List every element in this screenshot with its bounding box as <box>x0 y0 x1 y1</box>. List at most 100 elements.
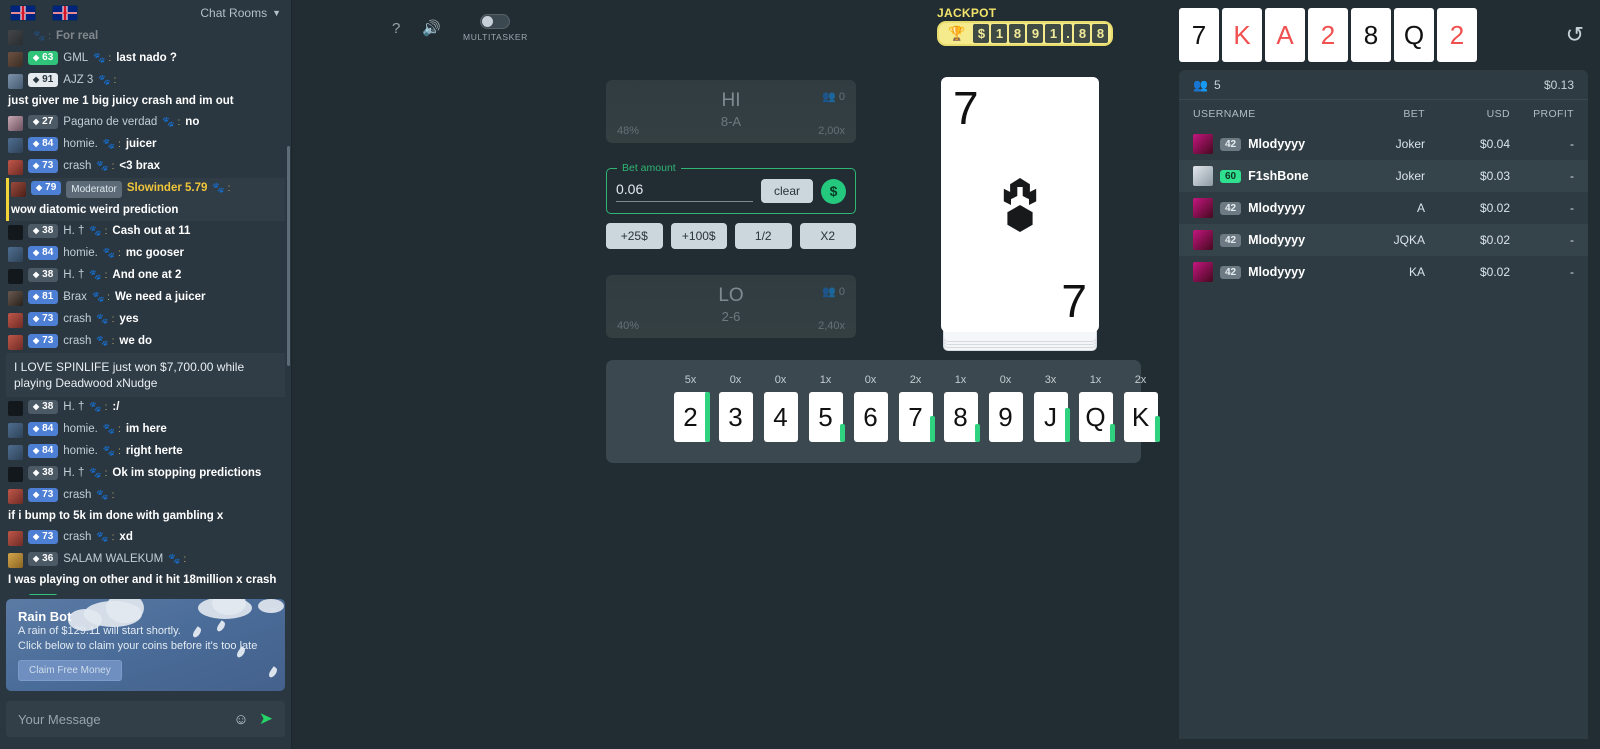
toggle-switch[interactable] <box>480 14 511 29</box>
jackpot-digit: 1 <box>1045 24 1062 43</box>
paw-icon: 🐾 : <box>89 468 108 479</box>
multitasker-label: MULTITASKER <box>463 32 528 42</box>
chat-username[interactable]: crash <box>63 312 91 327</box>
rain-bot-banner[interactable]: × Rain Bot A rain of $129.11 will start … <box>6 599 285 691</box>
strip-card-column[interactable]: 1x 5 <box>803 374 848 442</box>
chat-username[interactable]: crash <box>63 488 91 503</box>
chat-username[interactable]: Slowinder 5.79 <box>127 181 208 196</box>
chat-username[interactable]: homie. <box>63 444 98 459</box>
chat-username[interactable]: GML <box>63 51 88 66</box>
strip-card: 3 <box>718 392 753 442</box>
table-row[interactable]: 60 F1shBone Joker $0.03- <box>1179 160 1588 192</box>
uk-flag-icon[interactable] <box>52 5 78 21</box>
smiley-icon[interactable]: ☺ <box>233 711 248 728</box>
history-card: 7 <box>1179 8 1219 62</box>
chat-username[interactable]: SALAM WALEKUM <box>63 552 163 567</box>
chat-username[interactable]: crash <box>63 334 91 349</box>
quick-bet-x2[interactable]: X2 <box>799 223 856 249</box>
strip-card: Q <box>1078 392 1113 442</box>
send-icon[interactable]: ➤ <box>259 709 273 729</box>
avatar[interactable] <box>8 291 23 306</box>
strip-card-column[interactable]: 0x 4 <box>758 374 803 442</box>
avatar[interactable] <box>8 445 23 460</box>
avatar[interactable] <box>8 225 23 240</box>
strip-card-column[interactable]: 2x 7 <box>893 374 938 442</box>
gem-icon: ◆ <box>33 336 40 345</box>
user-rank-badge: ◆ 73 <box>28 312 59 326</box>
chat-message-text: if i bump to 5k im done with gambling x <box>8 510 224 522</box>
quick-bet-12[interactable]: 1/2 <box>735 223 792 249</box>
avatar[interactable] <box>8 531 23 546</box>
quick-bet-100[interactable]: +100$ <box>670 223 727 249</box>
chat-username[interactable]: Pagano de verdad <box>63 115 157 130</box>
chat-username[interactable]: H. † <box>63 268 84 283</box>
strip-card-column[interactable]: 1x Q <box>1073 374 1118 442</box>
avatar[interactable] <box>8 553 23 568</box>
uk-flag-icon[interactable] <box>10 5 36 21</box>
avatar[interactable] <box>8 138 23 153</box>
avatar[interactable] <box>8 247 23 262</box>
strip-card-column[interactable]: 5x 2 <box>668 374 713 442</box>
chat-username[interactable]: crash <box>63 530 91 545</box>
strip-card-column[interactable]: 0x 6 <box>848 374 893 442</box>
bet-lo[interactable]: LO 2-6 40% 2,40x 👥 0 <box>606 275 856 338</box>
chat-username[interactable]: Ƀrax <box>63 290 87 305</box>
chat-username[interactable]: H. † <box>63 400 84 415</box>
chat-rooms-dropdown[interactable]: Chat Rooms ▼ <box>200 6 281 20</box>
row-username: Mlodyyyy <box>1248 137 1306 151</box>
avatar[interactable] <box>8 30 23 45</box>
avatar[interactable] <box>8 401 23 416</box>
claim-free-money-button[interactable]: Claim Free Money <box>18 660 122 681</box>
help-icon[interactable]: ? <box>392 20 400 37</box>
table-row[interactable]: 42 Mlodyyyy A $0.02 - <box>1179 192 1588 224</box>
speaker-icon[interactable]: 🔊 <box>422 19 441 37</box>
chat-message-text: no <box>185 116 200 128</box>
bet-hi[interactable]: HI 8-A 48% 2,00x 👥 0 <box>606 80 856 143</box>
avatar[interactable] <box>8 269 23 284</box>
chat-username[interactable]: homie. <box>63 137 98 152</box>
table-row[interactable]: 42 Mlodyyyy JQKA $0.02- <box>1179 224 1588 256</box>
strip-card-column[interactable]: 3x J <box>1028 374 1073 442</box>
avatar[interactable] <box>8 313 23 328</box>
chat-username[interactable]: H. † <box>63 466 84 481</box>
chat-message: ◆ 73 crash 🐾 : yes <box>6 309 285 331</box>
strip-card-column[interactable]: 0x 3 <box>713 374 758 442</box>
multitasker-toggle[interactable]: MULTITASKER <box>463 14 528 42</box>
avatar[interactable] <box>8 489 23 504</box>
strip-card-column[interactable]: 2x K <box>1118 374 1163 442</box>
avatar[interactable] <box>8 160 23 175</box>
paw-icon: 🐾 : <box>91 292 110 303</box>
chat-username[interactable]: homie. <box>63 422 98 437</box>
avatar[interactable] <box>8 52 23 67</box>
current-card: 7 7 <box>941 77 1099 332</box>
chat-message-list[interactable]: 🐾 : For real ◆ 63 GML 🐾 : last nado ? ◆ 91 AJZ 3 🐾… <box>0 26 291 595</box>
strip-frequency-bar <box>930 416 935 442</box>
chat-username[interactable]: H. † <box>63 224 84 239</box>
chat-scrollbar[interactable] <box>287 146 290 366</box>
chat-username[interactable]: The Magician | 1 <box>63 594 148 595</box>
avatar[interactable] <box>8 335 23 350</box>
clear-button[interactable]: clear <box>760 179 813 203</box>
chat-username[interactable]: AJZ 3 <box>63 73 93 88</box>
table-row[interactable]: 42 Mlodyyyy Joker $0.04 - <box>1179 128 1588 160</box>
avatar[interactable] <box>8 467 23 482</box>
table-row[interactable]: 42 Mlodyyyy KA $0.02 - <box>1179 256 1588 288</box>
avatar[interactable] <box>8 116 23 131</box>
quick-bet-25[interactable]: +25$ <box>606 223 663 249</box>
chat-message: ◆ 73 crash 🐾 : xd <box>6 527 285 549</box>
avatar[interactable] <box>11 182 26 197</box>
chat-message-input[interactable] <box>18 711 234 727</box>
currency-button[interactable]: $ <box>821 178 846 204</box>
paw-icon: 🐾 : <box>162 117 181 128</box>
avatar[interactable] <box>8 423 23 438</box>
bet-amount-input[interactable]: 0.06 <box>616 181 753 202</box>
strip-card-multiplier: 0x <box>864 374 877 386</box>
user-rank-badge: ◆ 79 <box>31 181 62 195</box>
chat-username[interactable]: crash <box>63 159 91 174</box>
strip-card-column[interactable]: 1x 8 <box>938 374 983 442</box>
chat-username[interactable]: homie. <box>63 246 98 261</box>
bet-amount-field[interactable]: Bet amount 0.06 clear $ <box>606 162 856 214</box>
strip-card-column[interactable]: 0x 9 <box>983 374 1028 442</box>
history-clock-icon[interactable]: ↺ <box>1566 22 1584 48</box>
avatar[interactable] <box>8 74 23 89</box>
